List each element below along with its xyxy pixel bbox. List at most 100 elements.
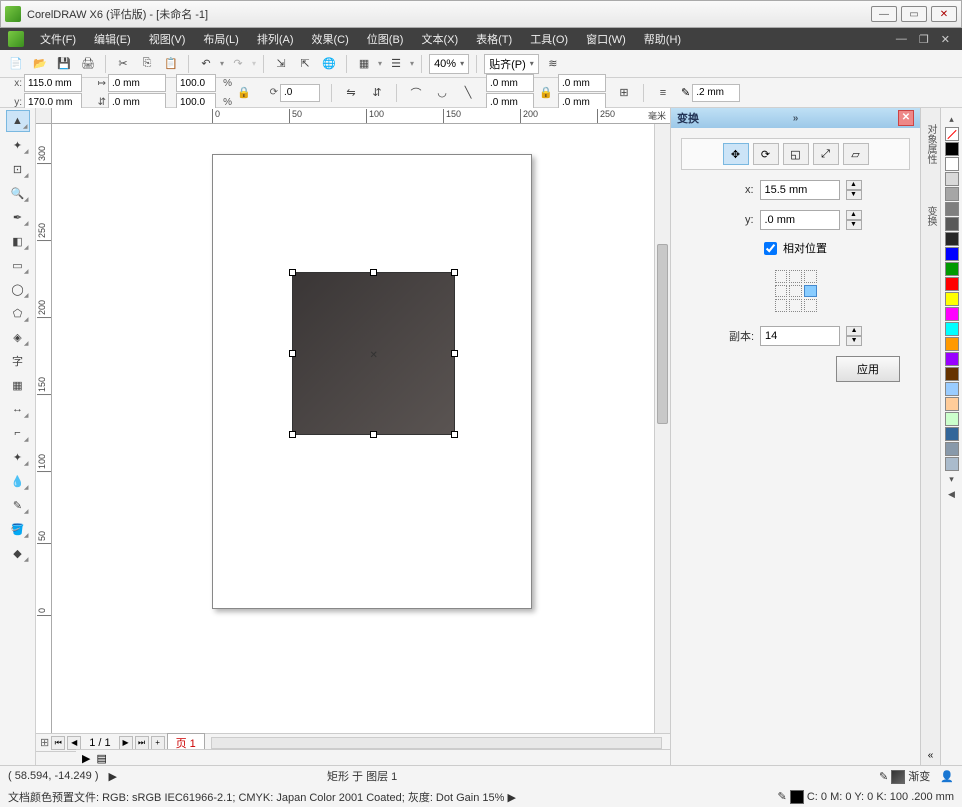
color-swatch[interactable] [945, 322, 959, 336]
mdi-minimize-button[interactable]: — [892, 33, 911, 46]
color-swatch[interactable] [945, 142, 959, 156]
y-spinner[interactable]: ▲▼ [846, 210, 862, 230]
color-swatch[interactable] [945, 442, 959, 456]
menu-layout[interactable]: 布局(L) [195, 29, 246, 49]
color-swatch[interactable] [945, 247, 959, 261]
no-color-swatch[interactable] [945, 127, 959, 141]
transform-size-tab[interactable]: ⤢ [813, 143, 839, 165]
undo-button[interactable]: ↶ [196, 54, 216, 74]
menu-tools[interactable]: 工具(O) [522, 29, 576, 49]
rotation-input[interactable] [280, 84, 320, 102]
resize-handle-tm[interactable] [370, 269, 377, 276]
color-swatch[interactable] [945, 337, 959, 351]
copies-input[interactable] [760, 326, 840, 346]
lock-ratio-button[interactable]: 🔒 [234, 83, 254, 103]
add-page-button[interactable]: + [151, 736, 165, 750]
horizontal-scrollbar[interactable] [211, 737, 662, 749]
menu-effects[interactable]: 效果(C) [304, 29, 357, 49]
maximize-button[interactable]: ▭ [901, 6, 927, 22]
menu-bitmap[interactable]: 位图(B) [359, 29, 412, 49]
connector-tool[interactable]: ⌐◢ [6, 422, 30, 444]
vertical-ruler[interactable]: 300 250 200 150 100 50 0 [36, 124, 52, 733]
color-swatch[interactable] [945, 352, 959, 366]
menu-arrange[interactable]: 排列(A) [249, 29, 302, 49]
zoom-combo[interactable]: 40%▾ [429, 54, 469, 74]
close-button[interactable]: ✕ [931, 6, 957, 22]
welcome-button[interactable]: ☰ [386, 54, 406, 74]
eyedropper-tool[interactable]: 💧◢ [6, 470, 30, 492]
menu-help[interactable]: 帮助(H) [636, 29, 689, 49]
horizontal-ruler[interactable]: 0 50 100 150 200 250 毫米 [52, 108, 670, 124]
publish-button[interactable]: 🌐 [319, 54, 339, 74]
mirror-h-button[interactable]: ⇋ [341, 83, 361, 103]
relative-checkbox[interactable] [764, 242, 777, 255]
outline-tool[interactable]: ✎◢ [6, 494, 30, 516]
color-swatch[interactable] [945, 292, 959, 306]
color-swatch[interactable] [945, 427, 959, 441]
color-swatch[interactable] [945, 172, 959, 186]
smart-fill-tool[interactable]: ◧◢ [6, 230, 30, 252]
color-swatch[interactable] [945, 202, 959, 216]
width-input[interactable] [108, 74, 166, 92]
resize-handle-tl[interactable] [289, 269, 296, 276]
transform-y-input[interactable] [760, 210, 840, 230]
relative-corner-button[interactable]: ⊞ [614, 83, 634, 103]
interactive-tool[interactable]: ✦◢ [6, 446, 30, 468]
fill-tool[interactable]: 🪣◢ [6, 518, 30, 540]
user-icon[interactable]: 👤 [940, 770, 954, 783]
docker-close-button[interactable]: ✕ [898, 110, 914, 126]
save-button[interactable]: 💾 [54, 54, 74, 74]
color-swatch[interactable] [945, 262, 959, 276]
mdi-close-button[interactable]: ✕ [937, 33, 954, 46]
last-page-button[interactable]: ⏭ [135, 736, 149, 750]
wrap-text-button[interactable]: ≡ [653, 83, 673, 103]
menu-table[interactable]: 表格(T) [468, 29, 520, 49]
outline-width-input[interactable] [692, 84, 740, 102]
color-swatch[interactable] [945, 307, 959, 321]
x-spinner[interactable]: ▲▼ [846, 180, 862, 200]
menu-file[interactable]: 文件(F) [32, 29, 84, 49]
print-button[interactable]: 🖨 [78, 54, 98, 74]
transform-skew-tab[interactable]: ▱ [843, 143, 869, 165]
app-launcher-button[interactable]: ▦ [354, 54, 374, 74]
color-swatch[interactable] [945, 412, 959, 426]
menu-view[interactable]: 视图(V) [141, 29, 194, 49]
transform-rotate-tab[interactable]: ⟳ [753, 143, 779, 165]
zoom-tool[interactable]: 🔍◢ [6, 182, 30, 204]
palette-menu-icon[interactable]: ▤ [96, 752, 106, 765]
side-tab-properties[interactable]: 对象属性 [921, 118, 940, 170]
text-tool[interactable]: 字 [6, 350, 30, 372]
color-swatch[interactable] [945, 157, 959, 171]
corner-tl-input[interactable] [486, 74, 534, 92]
selected-rectangle[interactable]: ✕ [292, 272, 455, 435]
apply-button[interactable]: 应用 [836, 356, 900, 382]
paste-button[interactable]: 📋 [161, 54, 181, 74]
new-button[interactable]: 📄 [6, 54, 26, 74]
scale-x-input[interactable] [176, 74, 216, 92]
corner-scallop-icon[interactable]: ◡ [432, 83, 452, 103]
resize-handle-br[interactable] [451, 431, 458, 438]
minimize-button[interactable]: — [871, 6, 897, 22]
ellipse-tool[interactable]: ◯◢ [6, 278, 30, 300]
side-tab-transform[interactable]: 变换 [921, 200, 940, 232]
options-button[interactable]: ≋ [543, 54, 563, 74]
redo-button[interactable]: ↷ [228, 54, 248, 74]
shape-tool[interactable]: ✦◢ [6, 134, 30, 156]
color-swatch[interactable] [945, 232, 959, 246]
transform-scale-tab[interactable]: ◱ [783, 143, 809, 165]
corner-chamfer-icon[interactable]: ╲ [458, 83, 478, 103]
pick-tool[interactable]: ▲◢ [6, 110, 30, 132]
resize-handle-mr[interactable] [451, 350, 458, 357]
menu-text[interactable]: 文本(X) [413, 29, 466, 49]
export-button[interactable]: ⇱ [295, 54, 315, 74]
prev-page-button[interactable]: ◀ [67, 736, 81, 750]
color-swatch[interactable] [945, 277, 959, 291]
next-page-button[interactable]: ▶ [119, 736, 133, 750]
menu-edit[interactable]: 编辑(E) [86, 29, 139, 49]
canvas-viewport[interactable]: ✕ [52, 124, 670, 733]
resize-handle-tr[interactable] [451, 269, 458, 276]
first-page-button[interactable]: ⏮ [51, 736, 65, 750]
rectangle-tool[interactable]: ▭◢ [6, 254, 30, 276]
color-swatch[interactable] [945, 217, 959, 231]
pos-x-input[interactable] [24, 74, 82, 92]
